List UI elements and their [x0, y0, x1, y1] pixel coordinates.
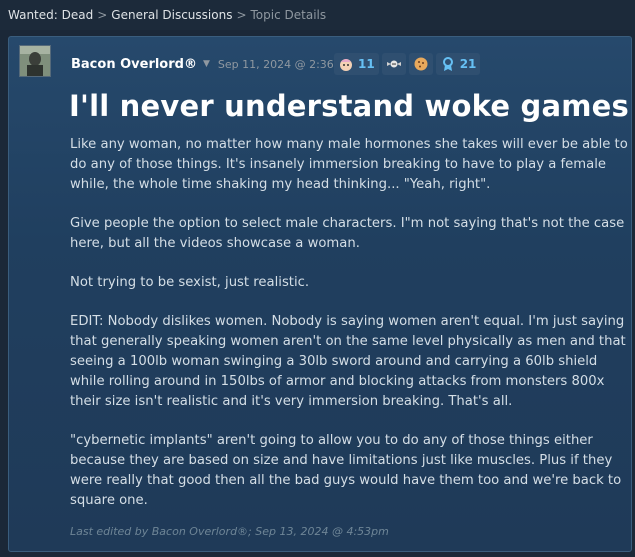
- cookie-icon: [414, 57, 428, 71]
- post-timestamp: Sep 11, 2024 @ 2:36pm: [217, 57, 352, 71]
- post-paragraph: Like any woman, no matter how many male …: [70, 137, 628, 192]
- edited-note: Last edited by Bacon Overlord®; Sep 13, …: [70, 525, 389, 538]
- award-winged-skull[interactable]: [381, 53, 406, 75]
- breadcrumb-separator: >: [97, 8, 108, 22]
- award-cookie[interactable]: [408, 53, 433, 75]
- breadcrumb-current: Topic Details: [250, 8, 327, 22]
- breadcrumb-game-link[interactable]: Wanted: Dead: [8, 8, 93, 22]
- award-ribbon-medal[interactable]: 21: [435, 53, 481, 75]
- breadcrumb-forum-link[interactable]: General Discussions: [111, 8, 232, 22]
- breadcrumb-separator: >: [236, 8, 247, 22]
- post-paragraph: Give people the option to select male ch…: [70, 216, 625, 251]
- award-baby-face[interactable]: 11: [334, 53, 379, 75]
- award-count: 21: [459, 57, 477, 71]
- avatar[interactable]: [19, 45, 51, 77]
- winged-skull-icon: [386, 60, 401, 68]
- forum-post: Bacon Overlord® ▼ Sep 11, 2024 @ 2:36pm …: [8, 36, 632, 552]
- post-paragraph: EDIT: Nobody dislikes women. Nobody is s…: [70, 314, 626, 409]
- post-title: I'll never understand woke games: [69, 89, 630, 123]
- chevron-down-icon[interactable]: ▼: [203, 59, 210, 69]
- post-body: Like any woman, no matter how many male …: [70, 135, 630, 530]
- post-paragraph: Not trying to be sexist, just realistic.: [70, 275, 310, 290]
- breadcrumb: Wanted: Dead > General Discussions > Top…: [0, 0, 635, 30]
- awards-bar: 11 21: [334, 53, 483, 75]
- author-row: Bacon Overlord® ▼ Sep 11, 2024 @ 2:36pm: [71, 55, 352, 73]
- ribbon-medal-icon: [442, 57, 453, 71]
- author-name[interactable]: Bacon Overlord®: [71, 57, 197, 72]
- award-count: 11: [358, 57, 375, 71]
- post-paragraph: "cybernetic implants" aren't going to al…: [70, 433, 622, 508]
- baby-face-icon: [340, 59, 352, 71]
